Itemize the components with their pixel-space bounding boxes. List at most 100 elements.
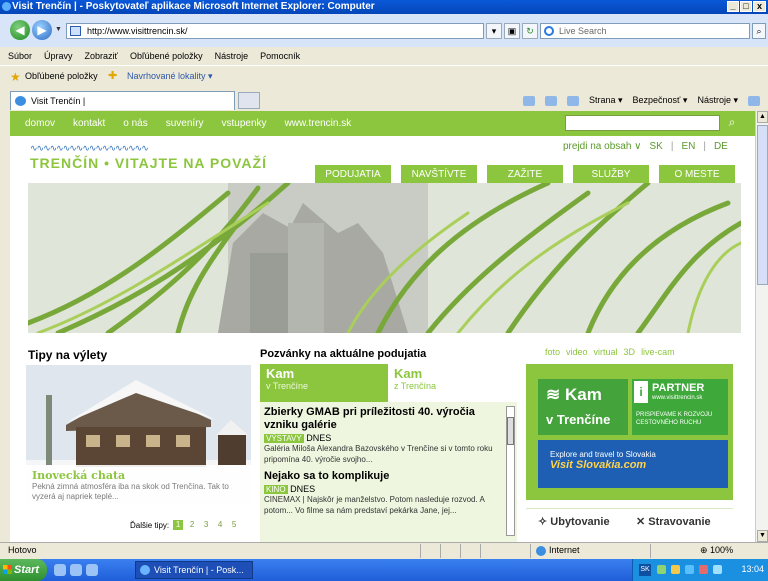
favorites-button[interactable]: Obľúbené položky — [25, 71, 98, 81]
antivirus-icon[interactable] — [699, 565, 708, 574]
page-scroll-thumb[interactable] — [757, 125, 768, 285]
nav-souvenirs[interactable]: suveníry — [166, 118, 204, 129]
tips-page-5[interactable]: 5 — [229, 520, 239, 530]
link-video[interactable]: video — [566, 347, 588, 357]
taskbar-item-browser[interactable]: Visit Trenčín | - Posk... — [135, 561, 253, 579]
menu-experience[interactable]: ZAŽITE — [487, 165, 563, 184]
page-menu[interactable]: Strana ▾ — [589, 95, 623, 106]
event-meta: KINO DNES — [264, 484, 503, 494]
security-tray-icon[interactable] — [671, 565, 680, 574]
system-tray: SK 13:04 — [632, 559, 768, 581]
skip-to-content-link[interactable]: prejdi na obsah ∨ — [563, 141, 641, 152]
start-button[interactable]: Start — [0, 559, 47, 581]
tab-kam-v-trencine[interactable]: Kam v Trenčíne — [260, 364, 388, 402]
compatibility-icon[interactable]: ▣ — [504, 23, 520, 39]
link-virtual[interactable]: virtual — [594, 347, 618, 357]
nav-contact[interactable]: kontakt — [73, 118, 105, 129]
live-search-input[interactable]: Live Search — [540, 23, 750, 39]
menu-services[interactable]: SLUŽBY — [573, 165, 649, 184]
event-title[interactable]: Nejako sa to komplikuje — [264, 470, 503, 483]
lang-sk[interactable]: SK — [649, 141, 662, 152]
menu-help[interactable]: Pomocník — [260, 51, 300, 61]
tab-dining[interactable]: ✕ Stravovanie — [636, 515, 711, 528]
window-controls: _ □ x — [727, 1, 766, 12]
print-icon[interactable] — [566, 95, 579, 106]
help-icon[interactable] — [748, 95, 760, 106]
link-3d[interactable]: 3D — [624, 347, 636, 357]
site-search-icon[interactable]: ⌕ — [722, 115, 742, 131]
favorites-star-icon[interactable]: ★ — [10, 70, 21, 84]
menu-visit[interactable]: NAVŠTÍVTE — [401, 165, 477, 184]
partner-url: www.visittrencin.sk — [652, 395, 703, 401]
kam-v-trencine-banner[interactable]: ≋ Kam v Trenčíne — [538, 379, 628, 435]
tab-kam-z-trencina[interactable]: Kam z Trenčína — [388, 364, 517, 402]
lang-en[interactable]: EN — [681, 141, 695, 152]
status-divider — [460, 544, 461, 558]
security-zone[interactable]: Internet — [536, 545, 580, 556]
feeds-icon[interactable] — [544, 95, 557, 106]
info-icon: i — [634, 381, 648, 403]
window-titlebar: Visit Trenčín | - Poskytovateľ aplikace … — [0, 0, 768, 14]
tools-menu[interactable]: Nástroje ▾ — [697, 95, 738, 106]
tray-app-icon[interactable] — [713, 565, 722, 574]
tips-page-3[interactable]: 3 — [201, 520, 211, 530]
menu-about-city[interactable]: O MESTE — [659, 165, 735, 184]
visit-slovakia-banner[interactable]: Explore and travel to Slovakia Visit Slo… — [538, 440, 728, 488]
language-indicator-icon[interactable]: SK — [639, 564, 651, 576]
menu-favorites[interactable]: Obľúbené položky — [130, 51, 203, 61]
link-foto[interactable]: foto — [545, 347, 560, 357]
tips-page-1[interactable]: 1 — [173, 520, 184, 530]
tips-page-2[interactable]: 2 — [187, 520, 197, 530]
home-icon[interactable] — [522, 95, 535, 106]
address-field[interactable]: http://www.visittrencin.sk/ — [66, 23, 484, 39]
site-logo[interactable]: TRENČÍN • VITAJTE NA POVAŽÍ — [30, 155, 267, 171]
quicklaunch-desktop-icon[interactable] — [54, 564, 66, 576]
safety-menu[interactable]: Bezpečnosť ▾ — [633, 95, 688, 106]
history-dropdown-icon[interactable]: ▼ — [55, 26, 62, 33]
quicklaunch-ie-icon[interactable] — [70, 564, 82, 576]
nav-about[interactable]: o nás — [123, 118, 147, 129]
forward-button[interactable]: ▶ — [32, 20, 52, 40]
zoom-level[interactable]: ⊕ 100% — [700, 545, 733, 556]
menu-view[interactable]: Zobraziť — [85, 51, 118, 61]
site-search-input[interactable] — [565, 115, 720, 131]
add-favorite-icon[interactable]: ✚ — [108, 69, 117, 82]
menu-edit[interactable]: Úpravy — [44, 51, 73, 61]
maximize-button[interactable]: □ — [740, 1, 752, 12]
address-dropdown-icon[interactable]: ▾ — [486, 23, 502, 39]
volume-icon[interactable] — [685, 565, 694, 574]
refresh-icon[interactable]: ↻ — [522, 23, 538, 39]
minimize-button[interactable]: _ — [727, 1, 739, 12]
taskbar: Start Visit Trenčín | - Posk... SK 13:04 — [0, 559, 768, 581]
events-scroll-thumb[interactable] — [507, 417, 514, 445]
list-item[interactable]: Zbierky GMAB pri príležitosti 40. výroči… — [264, 406, 503, 465]
new-tab-button[interactable] — [238, 92, 260, 109]
menu-events[interactable]: PODUJATIA — [315, 165, 391, 184]
clock[interactable]: 13:04 — [741, 564, 764, 574]
quicklaunch-outlook-icon[interactable] — [86, 564, 98, 576]
events-scrollbar[interactable] — [506, 406, 515, 536]
menu-file[interactable]: Súbor — [8, 51, 32, 61]
nav-tickets[interactable]: vstupenky — [222, 118, 267, 129]
search-icon[interactable]: ⌕ — [752, 23, 766, 39]
close-button[interactable]: x — [753, 1, 766, 12]
suggested-sites-button[interactable]: Navrhované lokality ▾ — [127, 71, 213, 82]
back-button[interactable]: ◀ — [10, 20, 30, 40]
page-scrollbar[interactable]: ▲ ▼ — [755, 111, 768, 542]
tips-page-4[interactable]: 4 — [215, 520, 225, 530]
partner-banner[interactable]: i PARTNER www.visittrencin.sk PRISPIEVAM… — [632, 379, 728, 435]
nav-trencin-sk[interactable]: www.trencin.sk — [285, 118, 352, 129]
list-item[interactable]: Nejako sa to komplikuje KINO DNES CINEMA… — [264, 470, 503, 516]
scroll-down-icon[interactable]: ▼ — [757, 530, 768, 542]
tips-caption-title[interactable]: Inovecká chata — [32, 469, 245, 482]
lang-de[interactable]: DE — [714, 141, 728, 152]
menu-tools[interactable]: Nástroje — [215, 51, 249, 61]
nav-home[interactable]: domov — [25, 118, 55, 129]
kam-banner-title: ≋ Kam — [546, 385, 602, 405]
network-icon[interactable] — [657, 565, 666, 574]
scroll-up-icon[interactable]: ▲ — [757, 111, 768, 123]
event-title[interactable]: Zbierky GMAB pri príležitosti 40. výroči… — [264, 406, 503, 432]
tab-accommodation[interactable]: ✧ Ubytovanie — [538, 515, 610, 528]
link-live-cam[interactable]: live-cam — [641, 347, 675, 357]
tab-visit-trencin[interactable]: Visit Trenčín | — [10, 91, 235, 110]
